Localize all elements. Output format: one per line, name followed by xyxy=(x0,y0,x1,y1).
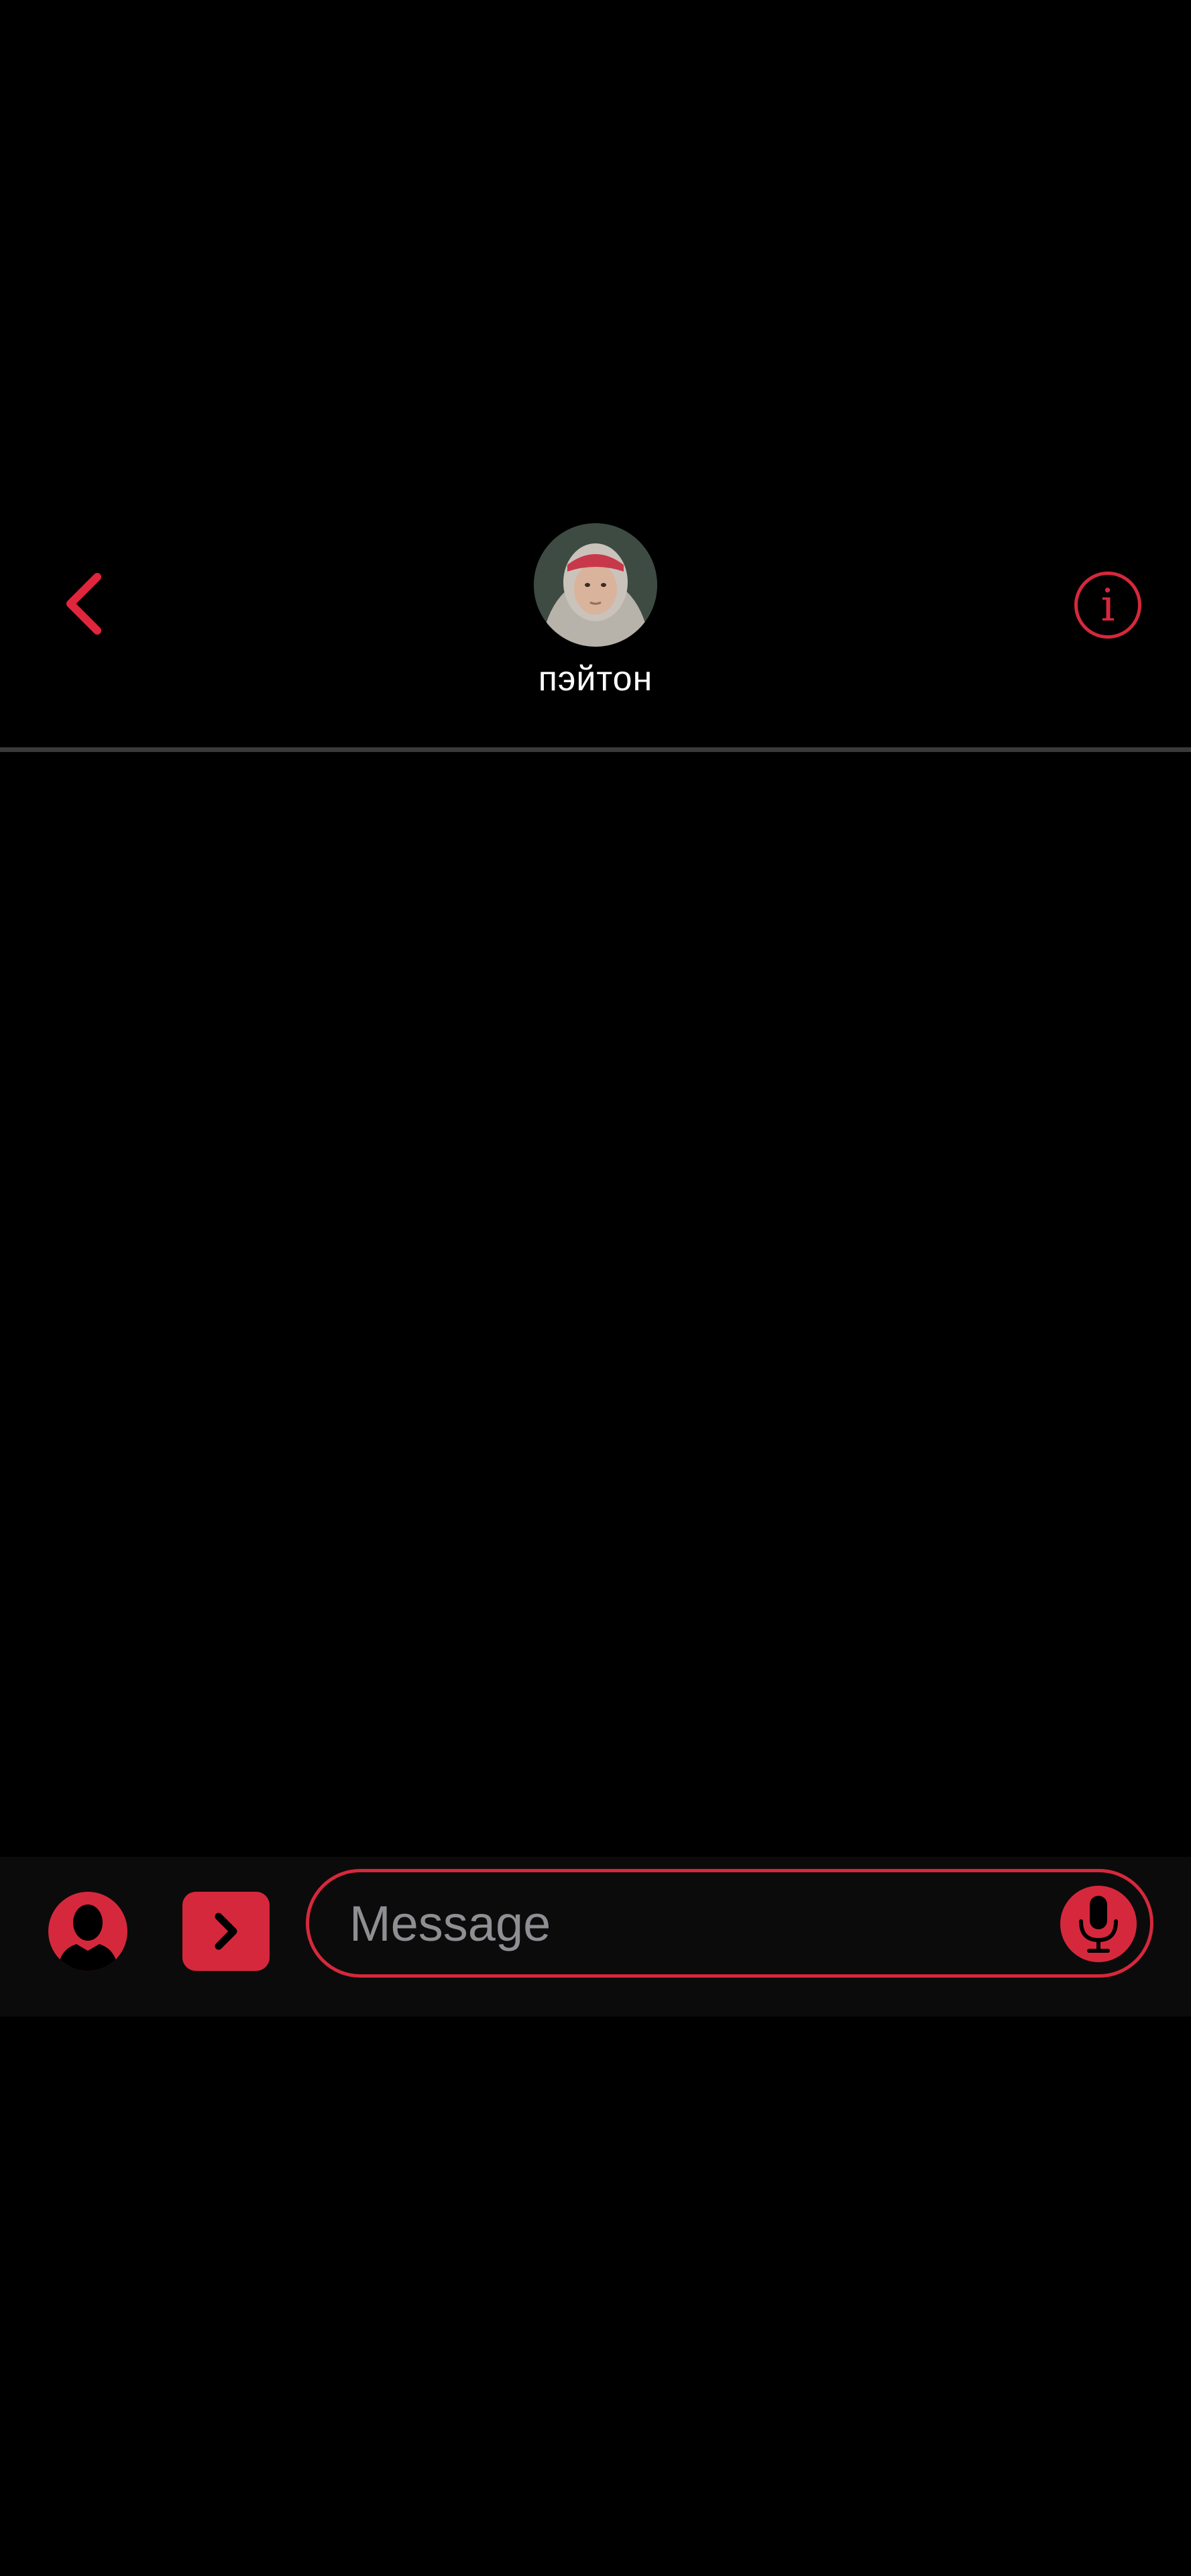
contact-avatar[interactable] xyxy=(534,523,657,647)
microphone-icon xyxy=(1079,1896,1118,1953)
person-icon xyxy=(58,1904,118,1971)
chevron-left-icon xyxy=(66,573,101,635)
back-button[interactable] xyxy=(47,564,121,644)
contact-name[interactable]: пэйтон xyxy=(461,659,730,699)
contact-photo xyxy=(534,523,657,647)
message-field[interactable] xyxy=(306,1869,1153,1978)
apps-button[interactable] xyxy=(182,1892,270,1971)
microphone-button[interactable] xyxy=(1060,1886,1137,1962)
chevron-right-icon xyxy=(215,1913,237,1950)
header-divider xyxy=(0,747,1191,752)
info-icon: i xyxy=(1100,579,1115,631)
message-composer xyxy=(0,1857,1191,2017)
message-input[interactable] xyxy=(349,1887,1020,1960)
conversation-header: пэйтон xyxy=(0,510,1191,751)
info-button[interactable]: i xyxy=(1074,572,1141,639)
contacts-button[interactable] xyxy=(48,1892,127,1971)
